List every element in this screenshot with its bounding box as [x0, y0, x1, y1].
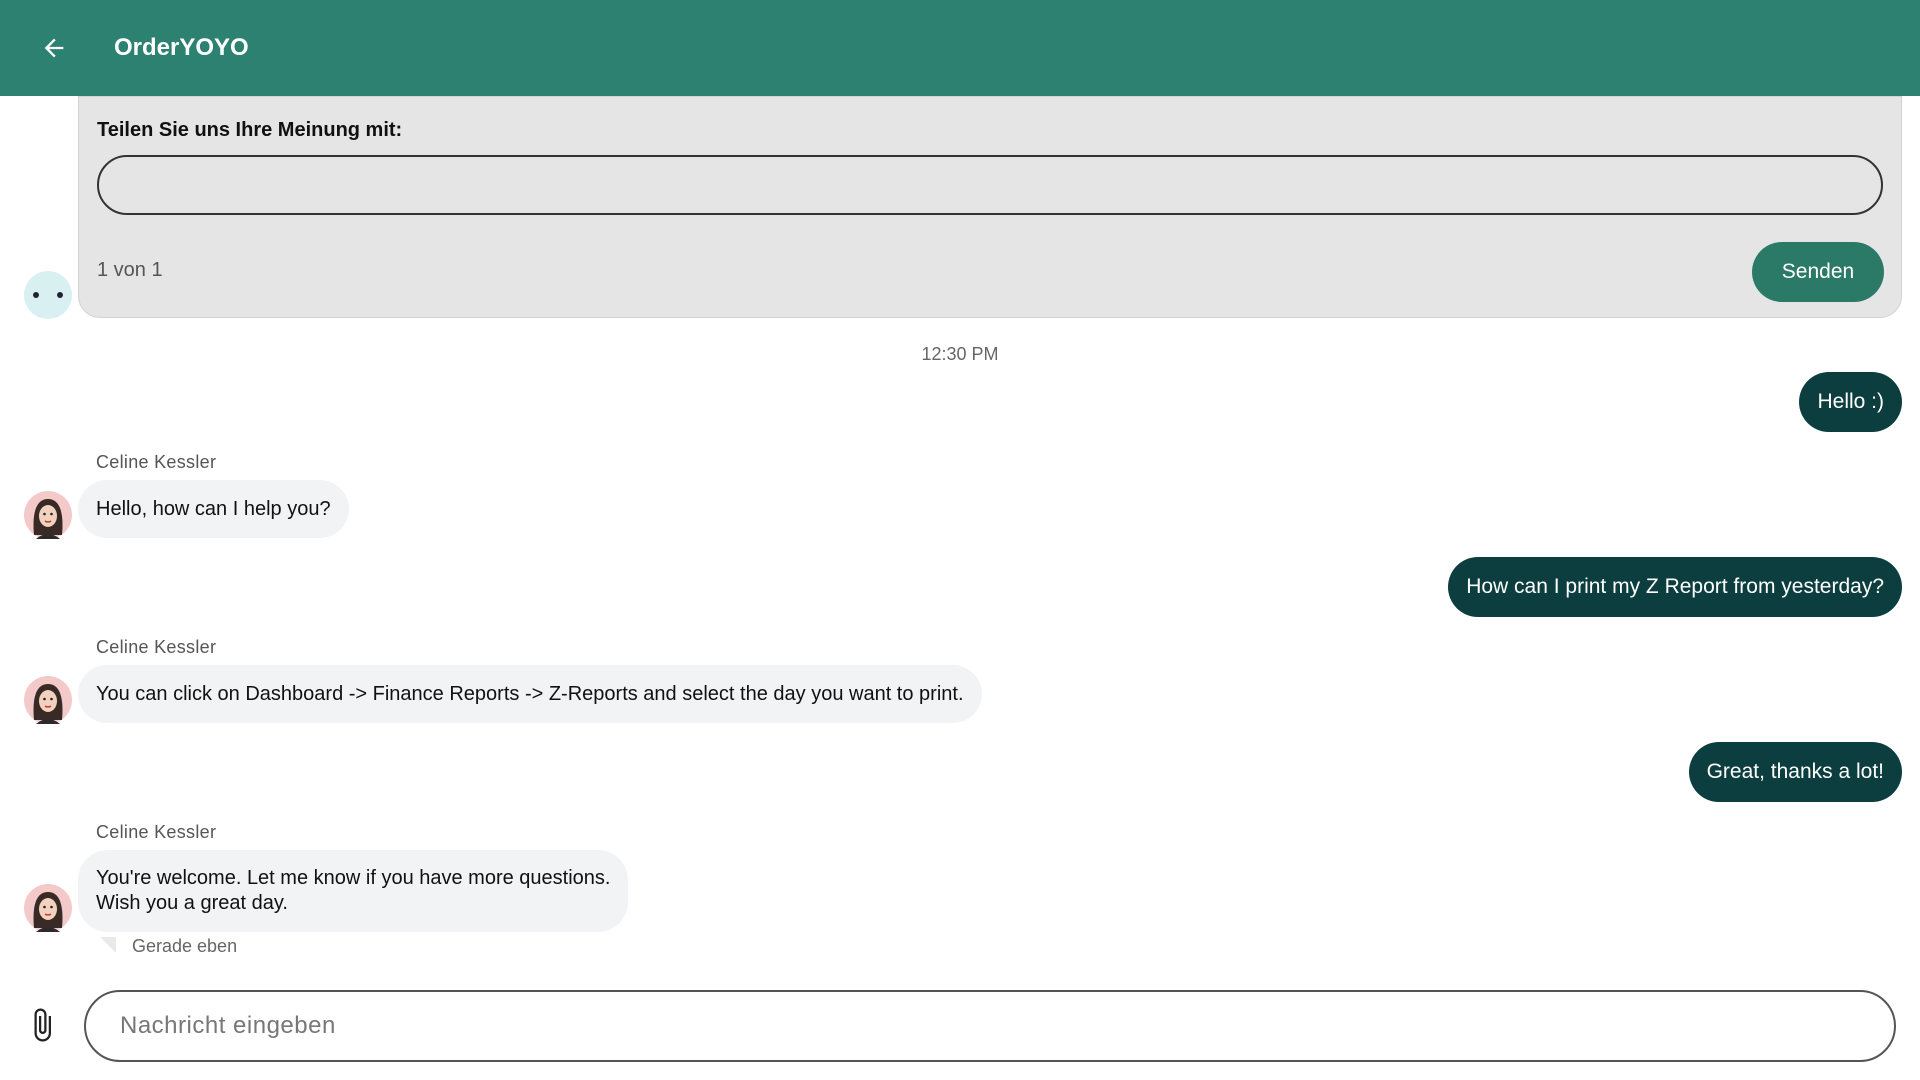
incoming-message: Hello, how can I help you? [78, 480, 349, 538]
bot-avatar [24, 271, 72, 319]
agent-avatar-icon [24, 676, 72, 724]
app-header: OrderYOYO [0, 0, 1920, 96]
paperclip-icon [34, 1008, 51, 1042]
agent-avatar-icon [24, 491, 72, 539]
read-receipt: Gerade eben [132, 936, 238, 956]
message-line: Wish you a great day. [96, 892, 288, 914]
feedback-input[interactable] [97, 155, 1883, 215]
survey-question: Teilen Sie uns Ihre Meinung mit: [97, 119, 403, 141]
incoming-message: You're welcome. Let me know if you have … [78, 850, 629, 932]
outgoing-message: Great, thanks a lot! [1688, 742, 1902, 802]
agent-avatar-icon [24, 884, 72, 932]
sender-name: Celine Kessler [96, 452, 217, 472]
sender-name: Celine Kessler [96, 637, 217, 657]
survey-pager: 1 von 1 [97, 259, 163, 281]
app-title: OrderYOYO [114, 34, 249, 61]
sender-name: Celine Kessler [96, 822, 217, 842]
chat-timestamp: 12:30 PM [921, 344, 999, 364]
outgoing-message: Hello :) [1799, 372, 1902, 432]
outgoing-message: How can I print my Z Report from yesterd… [1448, 557, 1902, 617]
feedback-survey-card: Teilen Sie uns Ihre Meinung mit: 1 von 1… [78, 96, 1902, 318]
send-feedback-button[interactable]: Senden [1752, 242, 1884, 302]
attach-button[interactable] [24, 1000, 60, 1050]
message-line: You're welcome. Let me know if you have … [96, 867, 611, 889]
arrow-left-icon [44, 38, 64, 58]
back-button[interactable] [0, 0, 108, 96]
message-input[interactable] [84, 990, 1896, 1062]
incoming-message: You can click on Dashboard -> Finance Re… [78, 665, 982, 723]
bubble-tail [100, 937, 116, 953]
